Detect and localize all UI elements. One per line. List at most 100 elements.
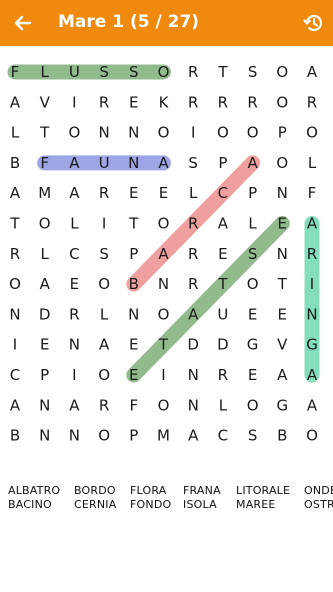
back-button[interactable] (8, 8, 38, 38)
grid-letter[interactable]: A (69, 184, 80, 202)
grid-letter[interactable]: A (158, 245, 169, 263)
grid-letter[interactable]: K (159, 93, 170, 111)
grid-letter[interactable]: A (307, 215, 318, 233)
grid-letter[interactable]: O (276, 63, 288, 81)
grid-letter[interactable]: C (218, 427, 228, 445)
grid-letter[interactable]: E (218, 245, 227, 263)
grid-letter[interactable]: O (68, 124, 80, 142)
grid-letter[interactable]: N (188, 366, 199, 384)
grid-letter[interactable]: R (69, 305, 79, 323)
grid-letter[interactable]: N (128, 154, 139, 172)
grid-letter[interactable]: O (9, 275, 21, 293)
grid-letter[interactable]: N (128, 124, 139, 142)
grid-letter[interactable]: L (41, 245, 50, 263)
grid-letter[interactable]: N (128, 305, 139, 323)
grid-letter[interactable]: N (69, 336, 80, 354)
grid-letter[interactable]: N (69, 427, 80, 445)
grid-letter[interactable]: B (129, 275, 139, 293)
grid-letter[interactable]: B (10, 427, 20, 445)
grid-letter[interactable]: P (248, 184, 257, 202)
grid-letter[interactable]: I (310, 275, 314, 293)
grid-letter[interactable]: O (158, 396, 170, 414)
grid-letter[interactable]: M (157, 427, 170, 445)
grid-letter[interactable]: N (39, 396, 50, 414)
grid-letter[interactable]: N (158, 275, 169, 293)
grid-letter[interactable]: C (69, 245, 79, 263)
grid-letter[interactable]: R (307, 245, 317, 263)
grid-letter[interactable]: A (40, 275, 51, 293)
grid-letter[interactable]: F (129, 396, 138, 414)
grid-letter[interactable]: E (129, 93, 138, 111)
grid-letter[interactable]: G (276, 396, 288, 414)
grid-letter[interactable]: T (217, 275, 228, 293)
grid-letter[interactable]: R (218, 366, 228, 384)
grid-letter[interactable]: T (9, 215, 20, 233)
grid-letter[interactable]: P (129, 245, 138, 263)
grid-letter[interactable]: R (188, 63, 198, 81)
grid-letter[interactable]: B (10, 154, 20, 172)
grid-letter[interactable]: E (129, 184, 138, 202)
grid-letter[interactable]: O (98, 366, 110, 384)
grid-letter[interactable]: C (218, 184, 228, 202)
grid-letter[interactable]: E (278, 305, 287, 323)
grid-letter[interactable]: P (40, 366, 49, 384)
grid-letter[interactable]: O (217, 124, 229, 142)
grid-letter[interactable]: E (129, 366, 138, 384)
grid-letter[interactable]: A (69, 154, 80, 172)
grid-letter[interactable]: O (158, 124, 170, 142)
grid-letter[interactable]: O (158, 63, 170, 81)
grid-letter[interactable]: F (40, 154, 49, 172)
grid-letter[interactable]: O (158, 305, 170, 323)
word-grid[interactable]: FLUSSORTSOAAVIREKRRRORLTONNOIOOPOBFAUNAS… (0, 46, 333, 456)
grid-letter[interactable]: D (217, 336, 229, 354)
grid-letter[interactable]: L (11, 124, 20, 142)
grid-letter[interactable]: L (219, 396, 228, 414)
grid-letter[interactable]: R (99, 184, 109, 202)
grid-letter[interactable]: E (248, 366, 257, 384)
grid-letter[interactable]: L (100, 305, 109, 323)
grid-letter[interactable]: O (247, 396, 259, 414)
grid-letter[interactable]: L (41, 63, 50, 81)
grid-letter[interactable]: E (40, 336, 49, 354)
grid-letter[interactable]: I (102, 215, 106, 233)
grid-letter[interactable]: P (218, 154, 227, 172)
grid-letter[interactable]: P (278, 124, 287, 142)
grid-letter[interactable]: N (306, 305, 317, 323)
grid-letter[interactable]: A (10, 93, 21, 111)
grid-letter[interactable]: T (217, 63, 228, 81)
grid-letter[interactable]: I (161, 366, 165, 384)
grid-letter[interactable]: O (247, 275, 259, 293)
grid-letter[interactable]: S (248, 427, 258, 445)
grid-letter[interactable]: T (158, 336, 169, 354)
grid-letter[interactable]: T (277, 275, 288, 293)
grid-letter[interactable]: A (10, 396, 21, 414)
grid-letter[interactable]: S (99, 63, 109, 81)
grid-letter[interactable]: A (247, 154, 258, 172)
grid-letter[interactable]: E (159, 184, 168, 202)
grid-letter[interactable]: S (129, 63, 139, 81)
grid-letter[interactable]: V (40, 93, 51, 111)
history-button[interactable] (300, 9, 328, 37)
grid-letter[interactable]: N (9, 305, 20, 323)
grid-letter[interactable]: E (70, 275, 79, 293)
grid-letter[interactable]: I (72, 93, 76, 111)
grid-letter[interactable]: L (308, 154, 317, 172)
grid-letter[interactable]: L (248, 215, 257, 233)
grid-letter[interactable]: N (98, 124, 109, 142)
grid-letter[interactable]: S (99, 245, 109, 263)
grid-letter[interactable]: A (188, 427, 199, 445)
grid-letter[interactable]: O (247, 124, 259, 142)
grid-letter[interactable]: B (277, 427, 287, 445)
grid-letter[interactable]: N (188, 396, 199, 414)
grid-letter[interactable]: E (248, 305, 257, 323)
grid-letter[interactable]: I (191, 124, 195, 142)
grid-letter[interactable]: F (11, 63, 20, 81)
grid-letter[interactable]: A (158, 154, 169, 172)
grid-letter[interactable]: T (39, 124, 50, 142)
grid-letter[interactable]: P (129, 427, 138, 445)
grid-letter[interactable]: C (10, 366, 20, 384)
grid-letter[interactable]: E (129, 336, 138, 354)
grid-letter[interactable]: A (307, 366, 318, 384)
grid-letter[interactable]: O (276, 93, 288, 111)
grid-letter[interactable]: A (99, 336, 110, 354)
